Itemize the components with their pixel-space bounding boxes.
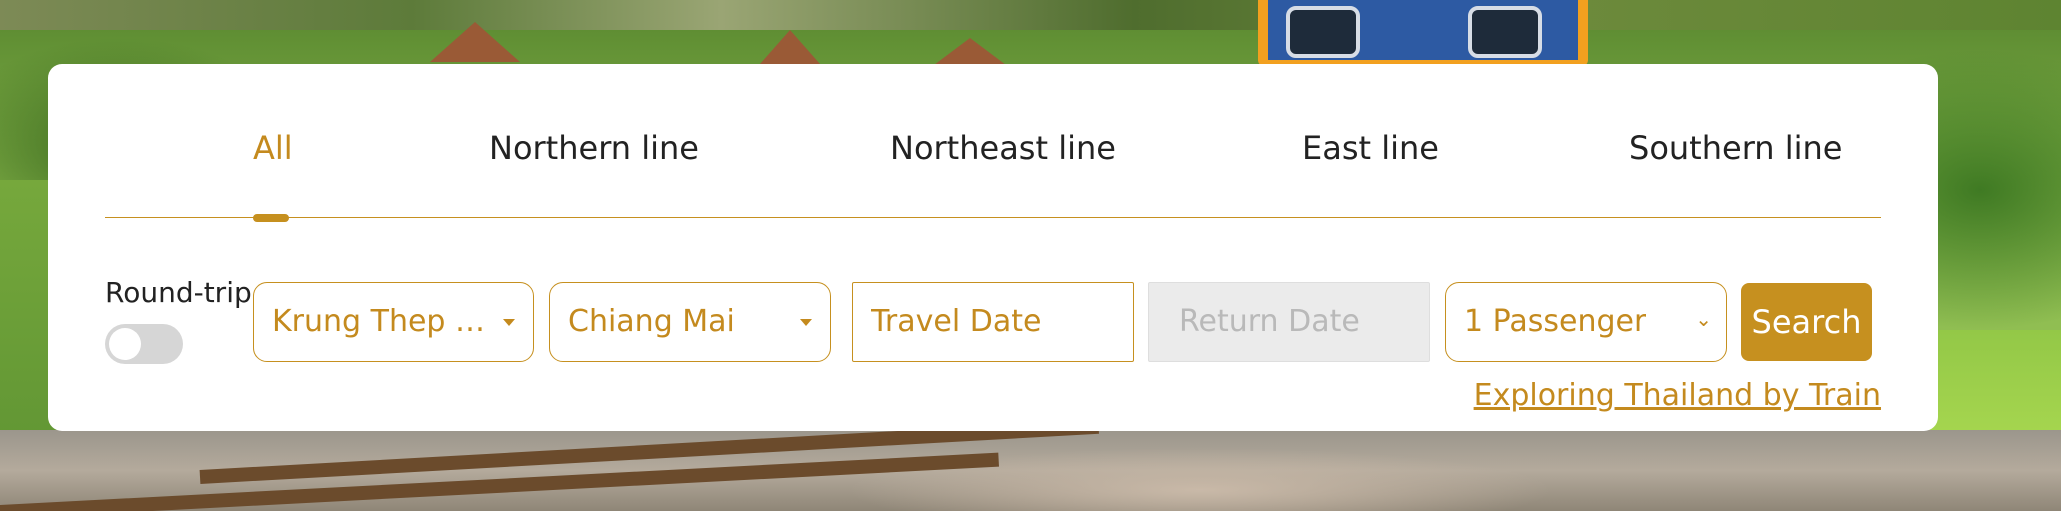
origin-value: Krung Thep Ap...	[272, 304, 497, 339]
destination-value: Chiang Mai	[568, 304, 735, 339]
train-window	[1468, 6, 1542, 58]
search-card: All Northern line Northeast line East li…	[48, 64, 1938, 431]
train	[1258, 0, 1588, 66]
passenger-select[interactable]: 1 Passenger ⌄	[1445, 282, 1727, 362]
train-window	[1286, 6, 1360, 58]
round-trip-label: Round-trip	[105, 276, 252, 309]
tab-northeast-line[interactable]: Northeast line	[890, 126, 1116, 170]
tab-northern-line[interactable]: Northern line	[489, 126, 699, 170]
chevron-down-icon: ⌄	[1695, 307, 1712, 331]
train-panel	[1268, 0, 1578, 60]
destination-select[interactable]: Chiang Mai	[549, 282, 831, 362]
tab-all[interactable]: All	[253, 126, 293, 170]
tab-southern-line[interactable]: Southern line	[1629, 126, 1842, 170]
line-tabs: All Northern line Northeast line East li…	[105, 64, 1881, 222]
exploring-thailand-link[interactable]: Exploring Thailand by Train	[1474, 378, 1881, 413]
travel-date-input[interactable]: Travel Date	[852, 282, 1134, 362]
travel-date-placeholder: Travel Date	[871, 304, 1042, 339]
origin-select[interactable]: Krung Thep Ap...	[253, 282, 534, 362]
search-button[interactable]: Search	[1741, 283, 1872, 361]
passenger-value: 1 Passenger	[1464, 304, 1647, 339]
round-trip-toggle[interactable]	[105, 324, 183, 364]
active-tab-indicator	[253, 214, 289, 222]
caret-down-icon	[800, 319, 812, 326]
return-date-input: Return Date	[1148, 282, 1430, 362]
tab-east-line[interactable]: East line	[1302, 126, 1439, 170]
return-date-placeholder: Return Date	[1179, 304, 1360, 339]
toggle-knob	[109, 328, 141, 360]
caret-down-icon	[503, 319, 515, 326]
